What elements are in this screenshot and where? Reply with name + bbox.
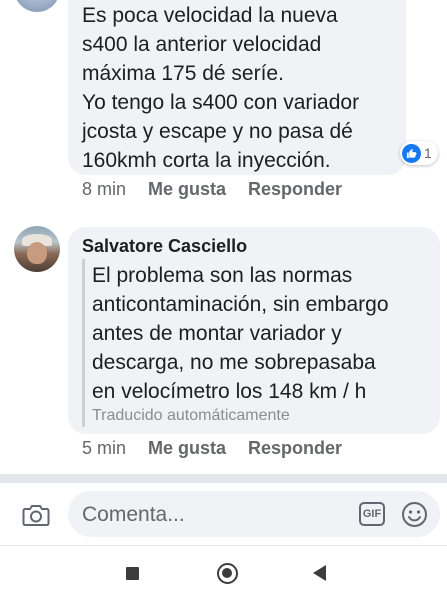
- reaction-count: 1: [424, 145, 432, 161]
- comment-bubble[interactable]: Es poca velocidad la nueva s400 la anter…: [68, 0, 406, 175]
- comment-actions: 5 min Me gusta Responder: [82, 438, 342, 459]
- comment-text: Es poca velocidad la nueva s400 la anter…: [82, 4, 360, 172]
- system-nav-bar: [0, 545, 447, 600]
- commenter-avatar[interactable]: [14, 226, 60, 272]
- reply-link[interactable]: Responder: [248, 179, 342, 200]
- like-link[interactable]: Me gusta: [148, 438, 226, 459]
- comment-composer: Comenta... GIF: [0, 483, 447, 545]
- translated-quote: El problema son las normas anticontamina…: [82, 259, 432, 427]
- comment-bubble[interactable]: Salvatore Casciello El problema son las …: [68, 227, 440, 434]
- gif-button[interactable]: GIF: [359, 502, 385, 526]
- reaction-badge[interactable]: 1: [400, 141, 438, 165]
- square-icon[interactable]: [126, 567, 139, 580]
- comment-time: 8 min: [82, 179, 127, 199]
- camera-icon[interactable]: [22, 503, 50, 527]
- emoji-icon[interactable]: [401, 501, 428, 528]
- back-triangle-icon[interactable]: [313, 565, 326, 581]
- comment-author[interactable]: Salvatore Casciello: [82, 236, 247, 257]
- comment-placeholder: Comenta...: [82, 503, 185, 526]
- comment-text: El problema son las normas anticontamina…: [92, 264, 389, 403]
- translation-note[interactable]: Traducido automáticamente: [92, 407, 290, 425]
- comment-actions: 8 min Me gusta Responder: [82, 179, 342, 200]
- comment-time: 5 min: [82, 438, 127, 458]
- comment-input[interactable]: Comenta... GIF: [68, 491, 440, 537]
- section-divider: [0, 474, 447, 483]
- like-thumb-icon: [402, 143, 421, 163]
- like-link[interactable]: Me gusta: [148, 179, 226, 200]
- home-circle-icon[interactable]: [217, 563, 238, 584]
- commenter-avatar[interactable]: [14, 0, 60, 12]
- reply-link[interactable]: Responder: [248, 438, 342, 459]
